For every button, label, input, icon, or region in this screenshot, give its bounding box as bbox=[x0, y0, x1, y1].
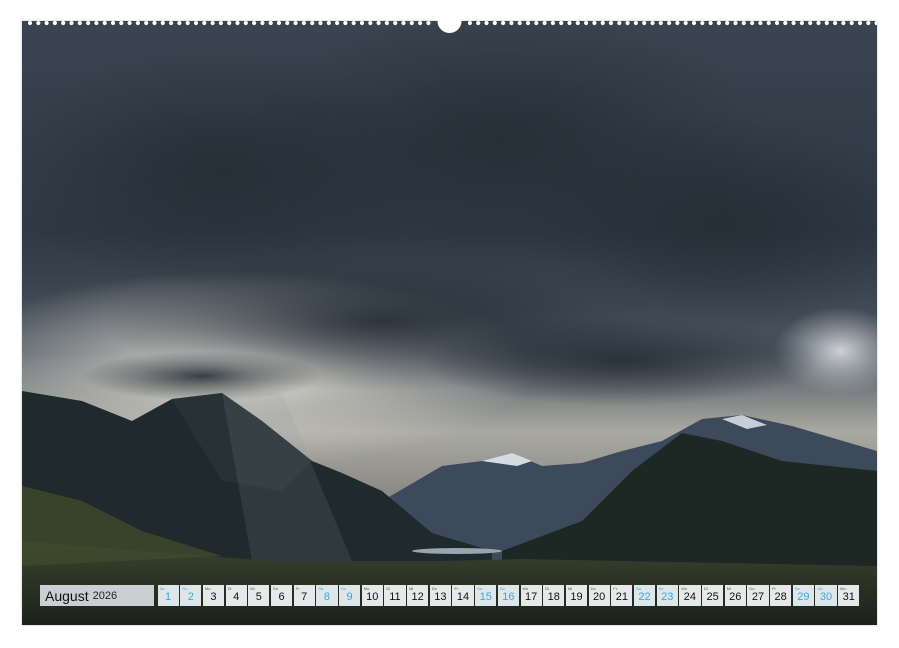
day-number: 26 bbox=[729, 591, 742, 603]
day-number: 13 bbox=[434, 591, 447, 603]
day-number: 16 bbox=[502, 591, 515, 603]
day-number: 22 bbox=[638, 591, 651, 603]
month-label: August 2026 bbox=[40, 585, 154, 606]
day-cell: Sa 15 bbox=[475, 585, 497, 606]
day-number: 9 bbox=[346, 591, 353, 603]
month-name: August bbox=[45, 587, 89, 604]
day-cell: So 23 bbox=[656, 585, 678, 606]
day-cell: Mo 24 bbox=[679, 585, 701, 606]
landscape-photo bbox=[22, 21, 877, 625]
day-cell: Mi 26 bbox=[724, 585, 746, 606]
day-cell: Di 25 bbox=[702, 585, 724, 606]
day-number: 19 bbox=[570, 591, 583, 603]
day-number: 29 bbox=[797, 591, 810, 603]
day-number: 28 bbox=[774, 591, 787, 603]
calendar-strip: August 2026 Sa 1 So 2 Mo 3 Di 4 Mi 5 Do 6 Fr 7 Sa 8 So 9 M… bbox=[40, 585, 860, 606]
calendar-page bbox=[22, 21, 877, 625]
day-number: 23 bbox=[661, 591, 674, 603]
day-cell: So 9 bbox=[339, 585, 361, 606]
day-cell: Mi 19 bbox=[565, 585, 588, 606]
day-number: 3 bbox=[210, 591, 217, 603]
month-year: 2026 bbox=[92, 589, 118, 602]
day-cell: So 2 bbox=[180, 585, 202, 606]
day-cell: Do 27 bbox=[747, 585, 769, 606]
day-cell: Di 4 bbox=[225, 585, 247, 606]
day-cell: Fr 14 bbox=[452, 585, 474, 606]
day-number: 7 bbox=[301, 591, 308, 603]
day-number: 8 bbox=[323, 591, 330, 603]
day-number: 1 bbox=[165, 591, 172, 603]
day-cell: Mo 3 bbox=[202, 585, 225, 606]
day-number: 15 bbox=[479, 591, 492, 603]
day-cell: Sa 22 bbox=[633, 585, 656, 606]
day-number: 24 bbox=[683, 591, 697, 603]
day-cell: Sa 29 bbox=[792, 585, 814, 606]
day-number: 6 bbox=[278, 591, 285, 603]
day-cell: So 16 bbox=[497, 585, 519, 606]
day-cell: Di 18 bbox=[543, 585, 565, 606]
day-cell: Fr 7 bbox=[293, 585, 315, 606]
day-number: 31 bbox=[842, 591, 855, 603]
day-number: 20 bbox=[593, 591, 606, 603]
day-cell: Mi 5 bbox=[248, 585, 270, 606]
day-number: 11 bbox=[389, 591, 401, 603]
day-cell: Sa 1 bbox=[157, 585, 179, 606]
day-number: 5 bbox=[255, 591, 262, 603]
day-cell: Mo 17 bbox=[520, 585, 542, 606]
day-cell: Do 20 bbox=[588, 585, 610, 606]
day-number: 25 bbox=[706, 591, 719, 603]
day-number: 30 bbox=[819, 591, 833, 603]
day-cell: Mi 12 bbox=[407, 585, 429, 606]
day-cell: Do 13 bbox=[429, 585, 451, 606]
day-number: 4 bbox=[233, 591, 240, 603]
day-number: 10 bbox=[366, 591, 379, 603]
day-number: 14 bbox=[456, 591, 470, 603]
day-cell: Do 6 bbox=[270, 585, 293, 606]
day-number: 12 bbox=[411, 591, 424, 603]
day-cell: So 30 bbox=[815, 585, 837, 606]
day-cell: Mo 31 bbox=[838, 585, 860, 606]
day-cell: Sa 8 bbox=[316, 585, 338, 606]
day-cell: Fr 28 bbox=[770, 585, 792, 606]
day-number: 18 bbox=[547, 591, 560, 603]
day-number: 21 bbox=[615, 591, 628, 603]
day-cell: Mo 10 bbox=[361, 585, 383, 606]
day-cell: Di 11 bbox=[384, 585, 406, 606]
day-number: 2 bbox=[187, 591, 194, 603]
day-number: 17 bbox=[524, 591, 538, 603]
day-cell: Fr 21 bbox=[611, 585, 633, 606]
day-number: 27 bbox=[751, 591, 765, 603]
